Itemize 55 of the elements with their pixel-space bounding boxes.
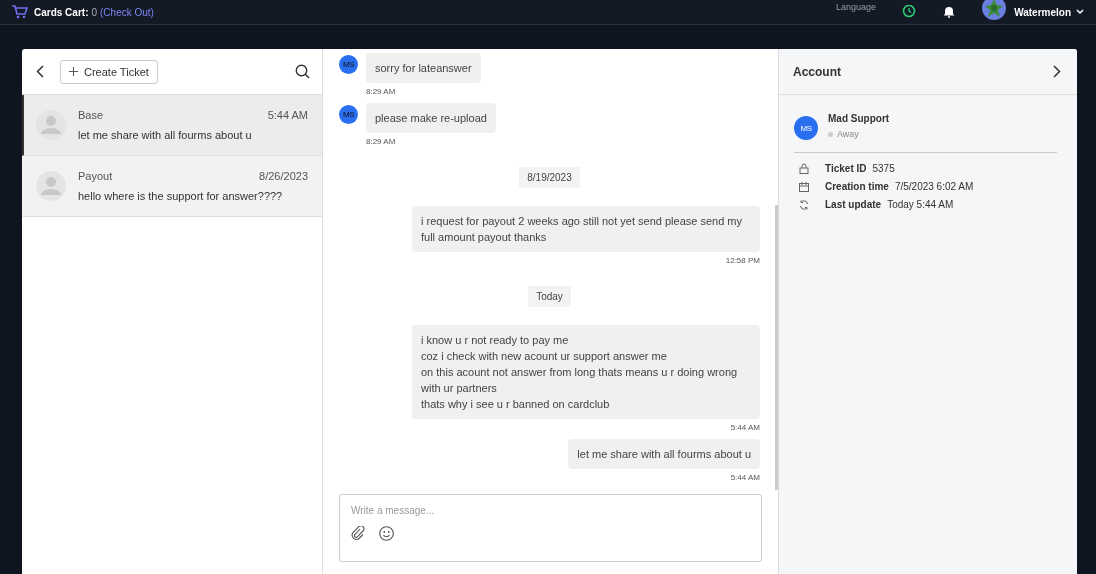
agent-name: Mad Support bbox=[828, 113, 890, 124]
scrollbar[interactable] bbox=[775, 205, 778, 490]
detail-label: Ticket ID bbox=[825, 163, 867, 174]
language-selector[interactable]: Language bbox=[836, 2, 877, 12]
plus-icon bbox=[69, 67, 78, 76]
message-time: 8:29 AM bbox=[366, 87, 397, 96]
message-time: 8:29 AM bbox=[366, 137, 397, 146]
paperclip-icon[interactable] bbox=[351, 526, 365, 540]
username[interactable]: Watermelon bbox=[1014, 6, 1071, 18]
ticket-item[interactable]: Payout 8/26/2023 hello where is the support for answer???? bbox=[22, 156, 322, 217]
detail-value: Today 5:44 AM bbox=[887, 199, 954, 210]
message-bubble: let me share with all fourms about u bbox=[568, 439, 760, 469]
calendar-icon bbox=[799, 181, 809, 192]
clock-icon[interactable] bbox=[902, 5, 917, 19]
message-bubble: sorry for lateanswer bbox=[366, 53, 481, 83]
panel-title: Account bbox=[793, 64, 841, 79]
lock-icon bbox=[799, 163, 809, 174]
avatar-initials: MS bbox=[794, 116, 818, 140]
avatar-placeholder-icon bbox=[36, 171, 66, 201]
detail-label: Last update bbox=[825, 199, 882, 210]
avatar-initials: MS bbox=[339, 55, 358, 74]
cart-count: 0 bbox=[91, 6, 98, 18]
ticket-title: Base bbox=[78, 109, 104, 121]
caret-icon[interactable] bbox=[1076, 9, 1084, 15]
back-icon[interactable] bbox=[36, 65, 44, 78]
message-time: 5:44 AM bbox=[730, 473, 760, 482]
chevron-right-icon[interactable] bbox=[1053, 65, 1061, 78]
status-dot-icon bbox=[828, 131, 833, 137]
ticket-preview: let me share with all fourms about u bbox=[78, 129, 253, 141]
checkout-link[interactable]: (Check Out) bbox=[100, 6, 154, 18]
message-bubble: please make re-upload bbox=[366, 103, 496, 133]
cart-label: Cards Cart: bbox=[34, 6, 89, 18]
ticket-preview: hello where is the support for answer???? bbox=[78, 190, 284, 202]
ticket-time: 8/26/2023 bbox=[259, 170, 308, 182]
message-bubble: i know u r not ready to pay me coz i check with new acount ur support answer me on this acount not answer from long thats means u r doing wrong with ur partners thats why i see u r banned on cardclub bbox=[412, 325, 760, 419]
bell-icon[interactable] bbox=[942, 6, 957, 18]
date-separator: Today bbox=[528, 286, 571, 307]
ticket-title: Payout bbox=[78, 170, 113, 182]
refresh-icon bbox=[799, 199, 809, 210]
message-time: 5:44 AM bbox=[730, 423, 760, 432]
cart-icon[interactable] bbox=[12, 5, 28, 19]
avatar-initials: MS bbox=[339, 105, 358, 124]
date-separator: 8/19/2023 bbox=[519, 167, 580, 188]
detail-value: 5375 bbox=[872, 163, 895, 174]
emoji-icon[interactable] bbox=[379, 526, 394, 541]
detail-value: 7/5/2023 6:02 AM bbox=[894, 181, 974, 192]
search-icon[interactable] bbox=[295, 64, 310, 79]
create-ticket-button[interactable]: Create Ticket bbox=[60, 59, 158, 84]
ticket-time: 5:44 AM bbox=[267, 109, 308, 121]
avatar-placeholder-icon bbox=[36, 110, 66, 140]
agent-status: Away bbox=[837, 129, 859, 139]
ticket-item[interactable]: Base 5:44 AM let me share with all fourms about u bbox=[22, 95, 322, 156]
message-time: 12:58 PM bbox=[725, 256, 760, 265]
detail-label: Creation time bbox=[825, 181, 889, 192]
message-bubble: i request for payout 2 weeks ago still not yet send please send my full amount payout thanks bbox=[412, 206, 760, 252]
